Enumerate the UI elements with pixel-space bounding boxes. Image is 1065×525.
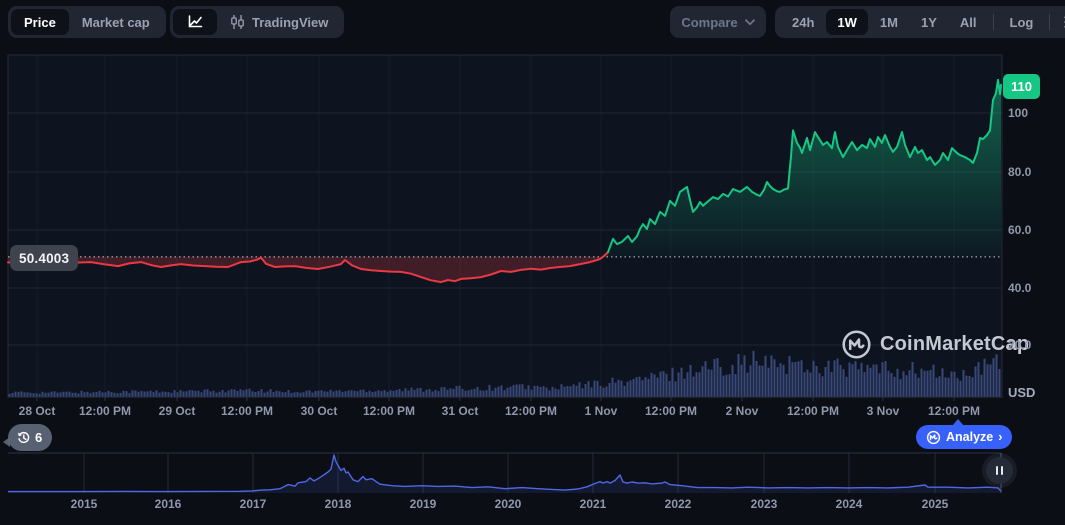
x-axis-tick[interactable]: 3 Nov bbox=[867, 404, 900, 418]
x-axis-tick[interactable]: 31 Oct bbox=[442, 404, 479, 418]
chart-type-toggle: TradingView bbox=[170, 6, 344, 38]
x-axis-tick[interactable]: 12:00 PM bbox=[928, 404, 980, 418]
x-axis-tick[interactable]: 12:00 PM bbox=[221, 404, 273, 418]
analyze-logo-icon bbox=[926, 430, 941, 445]
candlestick-icon bbox=[230, 14, 245, 30]
analyze-label: Analyze bbox=[946, 430, 993, 444]
range-1m[interactable]: 1M bbox=[869, 9, 909, 35]
analyze-button[interactable]: Analyze › bbox=[916, 425, 1012, 449]
y-axis-tick[interactable]: 80.0 bbox=[1008, 165, 1031, 179]
tradingview-label: TradingView bbox=[252, 15, 328, 30]
chevron-down-icon bbox=[745, 19, 755, 26]
currency-axis-label[interactable]: USD bbox=[1008, 385, 1035, 400]
x-axis-tick[interactable]: 2 Nov bbox=[726, 404, 759, 418]
chart-settings-button[interactable] bbox=[1055, 9, 1065, 35]
range-1y[interactable]: 1Y bbox=[910, 9, 948, 35]
x-axis-tick[interactable]: 1 Nov bbox=[585, 404, 618, 418]
compare-dropdown[interactable]: Compare bbox=[670, 6, 766, 38]
navigator-year-tick[interactable]: 2020 bbox=[495, 497, 522, 511]
price-chart-canvas[interactable] bbox=[0, 0, 1065, 525]
compare-label: Compare bbox=[681, 15, 737, 30]
navigator-year-tick[interactable]: 2021 bbox=[580, 497, 607, 511]
tab-price[interactable]: Price bbox=[11, 9, 69, 35]
navigator-resize-handle[interactable] bbox=[986, 457, 1013, 484]
navigator-year-tick[interactable]: 2022 bbox=[665, 497, 692, 511]
time-range-selector: 24h 1W 1M 1Y All Log bbox=[775, 6, 1065, 38]
navigator-year-tick[interactable]: 2015 bbox=[71, 497, 98, 511]
price-marketcap-toggle: Price Market cap bbox=[8, 6, 166, 38]
line-chart-toggle[interactable] bbox=[173, 9, 217, 35]
navigator-year-tick[interactable]: 2016 bbox=[155, 497, 182, 511]
y-axis-tick[interactable]: 40.0 bbox=[1008, 281, 1031, 295]
x-axis-tick[interactable]: 12:00 PM bbox=[645, 404, 697, 418]
range-1w[interactable]: 1W bbox=[826, 9, 868, 35]
y-axis-tick[interactable]: 60.0 bbox=[1008, 223, 1031, 237]
x-axis-tick[interactable]: 12:00 PM bbox=[787, 404, 839, 418]
watermark-text: CoinMarketCap bbox=[880, 333, 1029, 356]
history-clock-icon bbox=[16, 430, 31, 445]
navigator-year-tick[interactable]: 2018 bbox=[325, 497, 352, 511]
history-badge[interactable]: 6 bbox=[8, 424, 52, 451]
price-chart-widget: Price Market cap TradingView Compare 24h bbox=[0, 0, 1065, 525]
coinmarketcap-logo-icon bbox=[841, 329, 872, 360]
navigator-year-tick[interactable]: 2019 bbox=[410, 497, 437, 511]
x-axis-tick[interactable]: 12:00 PM bbox=[505, 404, 557, 418]
navigator-year-tick[interactable]: 2025 bbox=[922, 497, 949, 511]
last-price-badge: 110 bbox=[1003, 74, 1040, 99]
tab-market-cap[interactable]: Market cap bbox=[69, 9, 163, 35]
y-axis-tick[interactable]: 20.0 bbox=[1008, 338, 1031, 352]
navigator-year-tick[interactable]: 2017 bbox=[240, 497, 267, 511]
x-axis-tick[interactable]: 29 Oct bbox=[159, 404, 196, 418]
divider bbox=[1049, 14, 1050, 30]
coinmarketcap-watermark: CoinMarketCap bbox=[841, 329, 1029, 360]
x-axis-tick[interactable]: 12:00 PM bbox=[79, 404, 131, 418]
y-axis-tick[interactable]: 100 bbox=[1008, 106, 1028, 120]
divider bbox=[993, 14, 994, 30]
log-scale-toggle[interactable]: Log bbox=[999, 9, 1045, 35]
baseline-price-label: 50.4003 bbox=[10, 245, 78, 271]
x-axis-tick[interactable]: 30 Oct bbox=[301, 404, 338, 418]
x-axis-tick[interactable]: 12:00 PM bbox=[363, 404, 415, 418]
line-chart-icon bbox=[186, 14, 204, 30]
analyze-chevron-icon: › bbox=[998, 430, 1002, 444]
navigator-year-tick[interactable]: 2023 bbox=[751, 497, 778, 511]
x-axis-tick[interactable]: 28 Oct bbox=[19, 404, 56, 418]
range-24h[interactable]: 24h bbox=[781, 9, 825, 35]
range-all[interactable]: All bbox=[949, 9, 988, 35]
history-count: 6 bbox=[35, 430, 42, 445]
tradingview-toggle[interactable]: TradingView bbox=[217, 9, 341, 35]
navigator-year-tick[interactable]: 2024 bbox=[836, 497, 863, 511]
